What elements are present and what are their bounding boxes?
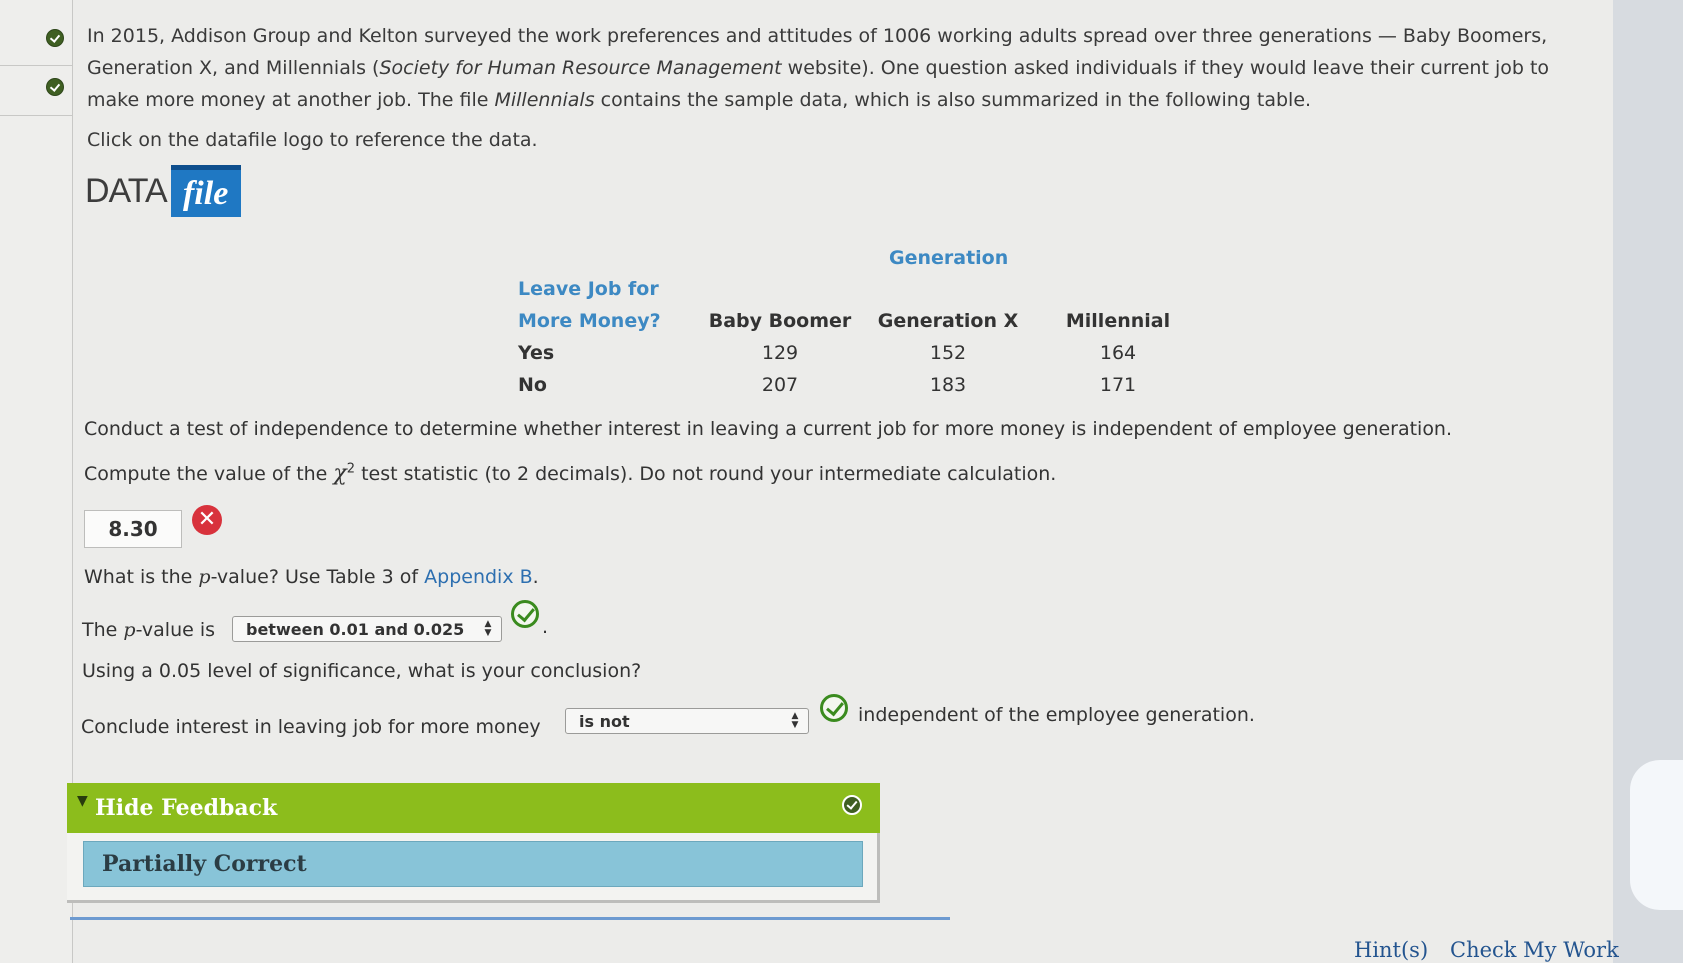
select-arrows-icon: ▲ ▼ [791,711,799,730]
column-header: Baby Boomer [708,310,852,332]
nav-item-1[interactable] [0,15,72,66]
q3-text-end: . [532,566,539,588]
column-header: Generation X [877,310,1019,332]
feedback-result-box: Partially Correct [83,841,863,887]
datafile-logo-button[interactable]: DATA file [85,165,241,217]
page-edge-glow [1630,760,1683,910]
table-row-header-line1: Leave Job for [518,278,659,300]
feedback-result-text: Partially Correct [102,851,307,877]
q2-text-after: test statistic (to 2 decimals). Do not r… [355,463,1057,485]
table-cell: 183 [929,374,967,396]
question-conclusion: Using a 0.05 level of significance, what… [82,660,642,682]
hide-feedback-toggle[interactable]: ▼ Hide Feedback [67,783,880,833]
intro-filename: Millennials [494,89,595,111]
question-independence: Conduct a test of independence to determ… [84,418,1453,440]
check-my-work-link[interactable]: Check My Work [1450,938,1619,962]
intro-source: Society for Human Resource Management [379,57,782,79]
complete-check-icon [46,78,64,96]
table-cell: 207 [761,374,799,396]
intro-text-3: contains the sample data, which is also … [594,89,1312,111]
table-row-header-line2: More Money? [518,310,661,332]
table-group-header: Generation [889,247,1009,269]
row-label: No [518,374,547,396]
question-chi-square: Compute the value of the χ2 test statist… [84,461,1056,486]
pvalue-label: The p-value is [82,619,215,641]
pvalue-period: . [542,616,549,638]
conclude-label: Conclude interest in leaving job for mor… [81,716,541,738]
conclusion-selected-value: is not [579,711,630,731]
nav-item-2[interactable] [0,65,72,116]
datafile-file-icon: file [170,165,241,217]
pvalue-selected-value: between 0.01 and 0.025 [246,619,465,639]
datafile-data-word: DATA [85,171,168,210]
correct-check-icon [820,694,848,722]
p-symbol: p [123,619,136,641]
select-arrows-icon: ▲ ▼ [484,619,492,638]
click-instruction: Click on the datafile logo to reference … [87,129,538,151]
divider-line [70,917,950,920]
chi-square-answer-input[interactable]: 8.30 [84,510,182,548]
pvalue-text-before: The [82,619,124,641]
table-cell: 171 [1099,374,1137,396]
question-nav-rail [0,0,73,963]
q3-text-middle: -value? Use Table 3 of [210,566,425,588]
incorrect-x-icon: ✕ [192,505,222,535]
complete-check-icon [46,29,64,47]
appendix-b-link[interactable]: Appendix B [424,566,533,588]
column-header: Millennial [1065,310,1171,332]
pvalue-select[interactable]: between 0.01 and 0.025 ▲ ▼ [232,616,502,642]
feedback-panel: ▼ Hide Feedback Partially Correct [67,783,880,903]
feedback-check-icon [842,795,862,815]
chi-superscript: 2 [346,461,356,477]
correct-check-icon [511,600,539,628]
collapse-triangle-icon: ▼ [77,793,88,809]
row-label: Yes [518,342,555,364]
hints-link[interactable]: Hint(s) [1354,938,1428,962]
conclude-suffix: independent of the employee generation. [858,704,1255,726]
table-cell: 152 [929,342,967,364]
p-symbol: p [198,566,211,588]
conclusion-select[interactable]: is not ▲ ▼ [565,708,809,734]
table-cell: 164 [1099,342,1137,364]
problem-intro: In 2015, Addison Group and Kelton survey… [87,20,1597,116]
feedback-title: Hide Feedback [95,795,278,821]
q3-text-before: What is the [84,566,199,588]
pvalue-text-after: -value is [135,619,216,641]
q2-text-before: Compute the value of the [84,463,334,485]
chi-symbol: χ [333,461,347,486]
question-pvalue: What is the p-value? Use Table 3 of Appe… [84,566,539,588]
table-cell: 129 [761,342,799,364]
